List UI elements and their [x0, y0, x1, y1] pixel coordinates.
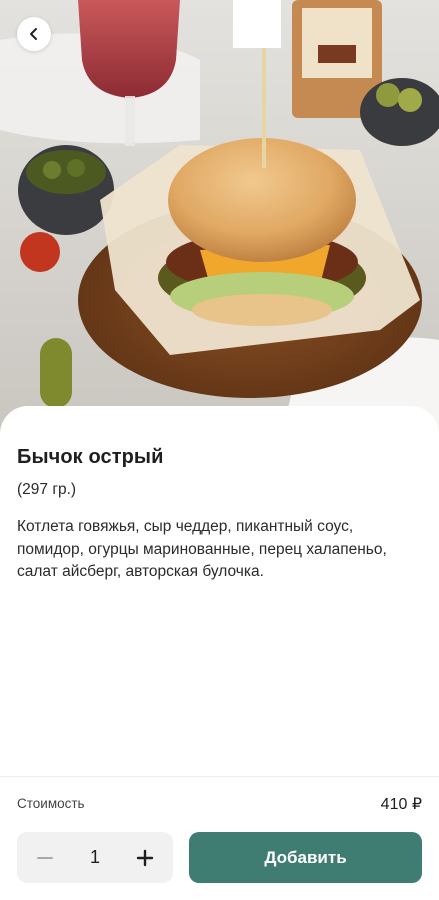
increase-button[interactable] — [133, 846, 157, 870]
price-label: Стоимость — [17, 796, 85, 811]
add-to-cart-button[interactable]: Добавить — [189, 832, 422, 883]
product-weight: (297 гр.) — [17, 481, 77, 498]
price-value: 410 ₽ — [380, 796, 422, 813]
minus-icon — [37, 856, 53, 859]
product-title: Бычок острый — [17, 446, 164, 468]
quantity-value: 1 — [89, 847, 100, 867]
chevron-left-icon — [30, 28, 37, 40]
quantity-stepper: 1 — [17, 832, 173, 883]
product-photo — [0, 0, 439, 440]
product-description: Котлета говяжья, сыр чеддер, пикантный с… — [17, 518, 387, 580]
plus-icon — [136, 849, 154, 866]
decrease-button[interactable] — [33, 846, 57, 870]
footer-divider — [0, 776, 439, 777]
burger-photo-illustration — [0, 0, 439, 440]
back-button[interactable] — [17, 17, 51, 51]
